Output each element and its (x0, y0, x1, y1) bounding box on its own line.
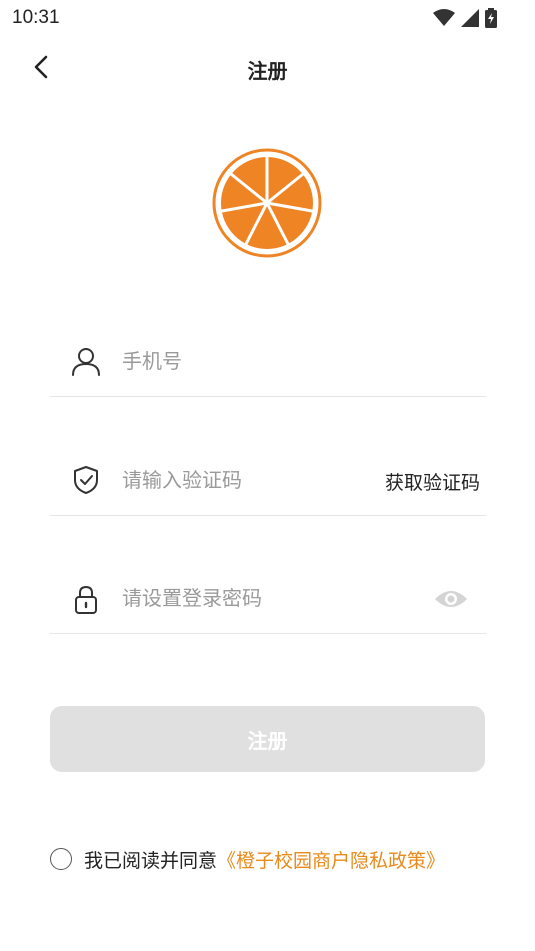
status-bar: 10:31 (0, 0, 535, 36)
page-title: 注册 (247, 59, 288, 83)
agreement-text: 我已阅读并同意 (84, 849, 218, 872)
shield-check-icon (74, 466, 98, 494)
lock-icon (75, 585, 97, 614)
status-icons (433, 8, 497, 28)
privacy-policy-link[interactable]: 《橙子校园商户隐私政策》 (217, 846, 445, 873)
code-field-row: 获取验证码 (50, 446, 486, 516)
password-field-row (50, 564, 486, 634)
user-icon (72, 348, 100, 376)
wifi-icon (433, 9, 455, 26)
register-button[interactable]: 注册 (50, 706, 485, 772)
eye-icon[interactable] (434, 586, 468, 612)
password-input[interactable] (122, 581, 402, 615)
phone-field-row (50, 327, 486, 397)
code-input[interactable] (122, 463, 342, 497)
orange-logo (212, 148, 322, 258)
agreement-row: 我已阅读并同意 《橙子校园商户隐私政策》 (50, 845, 445, 873)
phone-input[interactable] (122, 344, 462, 378)
battery-icon (485, 8, 497, 28)
agree-checkbox[interactable] (50, 848, 72, 870)
nav-bar: 注册 (0, 40, 535, 96)
orange-slice-icon (212, 148, 322, 258)
get-code-button[interactable]: 获取验证码 (385, 468, 480, 495)
signal-icon (461, 9, 479, 27)
status-time: 10:31 (12, 7, 60, 28)
